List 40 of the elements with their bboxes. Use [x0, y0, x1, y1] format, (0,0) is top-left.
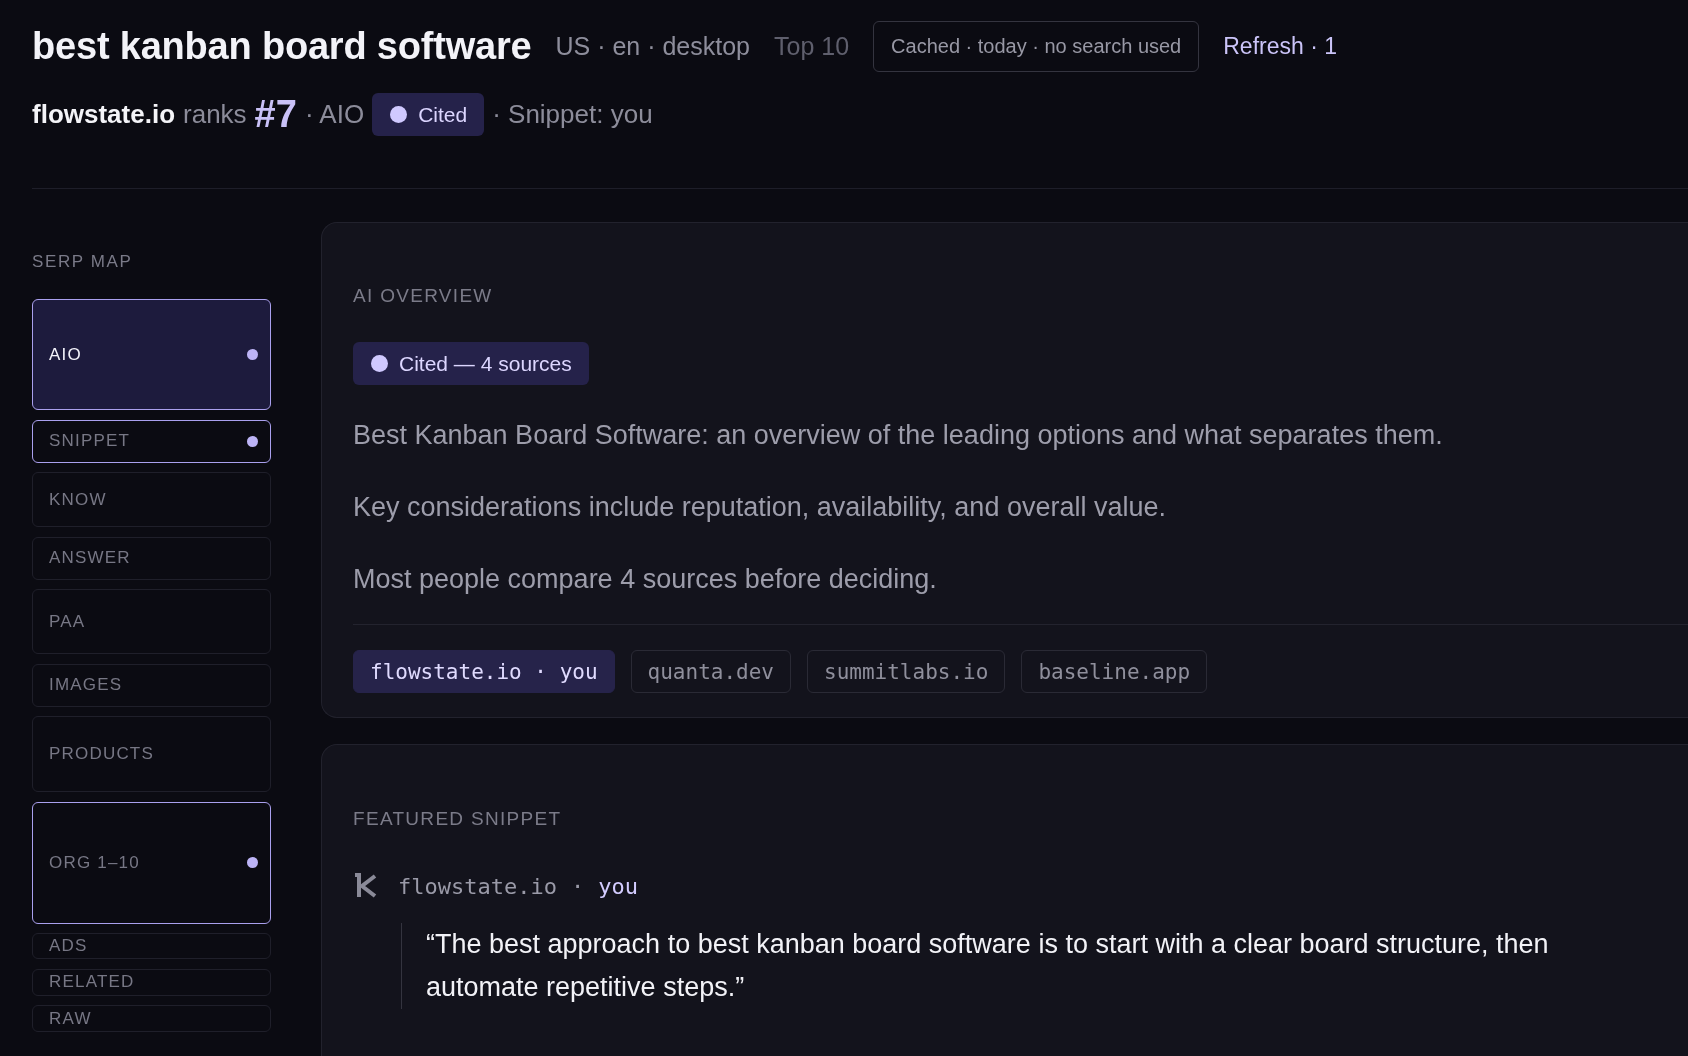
status-label: Cited — [418, 102, 468, 127]
query-title: best kanban board software — [32, 25, 532, 68]
sidebar-item[interactable]: IMAGES — [32, 663, 271, 707]
status-label: Cited — 4 sources — [399, 351, 572, 376]
sidebar-item[interactable]: KNOW — [32, 472, 271, 527]
section-heading: AI OVERVIEW — [353, 285, 494, 307]
sidebar-item[interactable]: PAA — [32, 589, 271, 654]
source-chip: summitlabs.io — [807, 650, 1006, 693]
search-context: US · en · desktop — [555, 32, 750, 61]
sidebar-heading: SERP MAP — [32, 252, 134, 272]
status-dot-icon — [390, 106, 408, 123]
overview-paragraph: Best Kanban Board Software: an overview of the leading options and what separates them. — [353, 419, 1444, 451]
source-domain: flowstate.io — [398, 873, 557, 899]
snippet-status: · Snippet: you — [492, 99, 653, 130]
rank-label: ranks — [183, 99, 247, 130]
source-chip: flowstate.io · you — [353, 650, 615, 693]
domain-name: flowstate.io — [32, 99, 175, 130]
overview-paragraph: Key considerations include reputation, availability, and overall value. — [353, 491, 1167, 523]
refresh-button[interactable]: Refresh · 1 — [1223, 33, 1337, 60]
cache-status: Cached · today · no search used — [873, 21, 1200, 72]
status-dot-icon — [371, 355, 388, 372]
snippet-quote: “The best approach to best kanban board software is to start with a clear board structure, then automate repetitive steps.” — [401, 923, 1641, 1009]
separator: · — [570, 873, 585, 899]
source-chip: quanta.dev — [630, 650, 791, 693]
sidebar-item[interactable]: SNIPPET — [32, 419, 271, 463]
sidebar-item[interactable]: RELATED — [32, 968, 271, 996]
rank-value: #7 — [254, 93, 297, 136]
section-heading: FEATURED SNIPPET — [353, 808, 563, 830]
sidebar-item[interactable]: ANSWER — [32, 536, 271, 580]
result-scope: Top 10 — [774, 32, 850, 61]
sidebar-item[interactable]: PRODUCTS — [32, 716, 271, 792]
sidebar-item[interactable]: ADS — [32, 933, 271, 959]
sidebar-item[interactable]: RAW — [32, 1005, 271, 1032]
overview-paragraph: Most people compare 4 sources before deciding. — [353, 563, 938, 595]
owner-label: you — [598, 873, 638, 899]
feature-label: · AIO — [304, 99, 365, 130]
site-logo-icon — [353, 873, 377, 899]
sidebar-item[interactable]: AIO — [32, 299, 271, 410]
source-chip: baseline.app — [1021, 650, 1208, 693]
sidebar-item[interactable]: ORG 1–10 — [32, 801, 271, 924]
